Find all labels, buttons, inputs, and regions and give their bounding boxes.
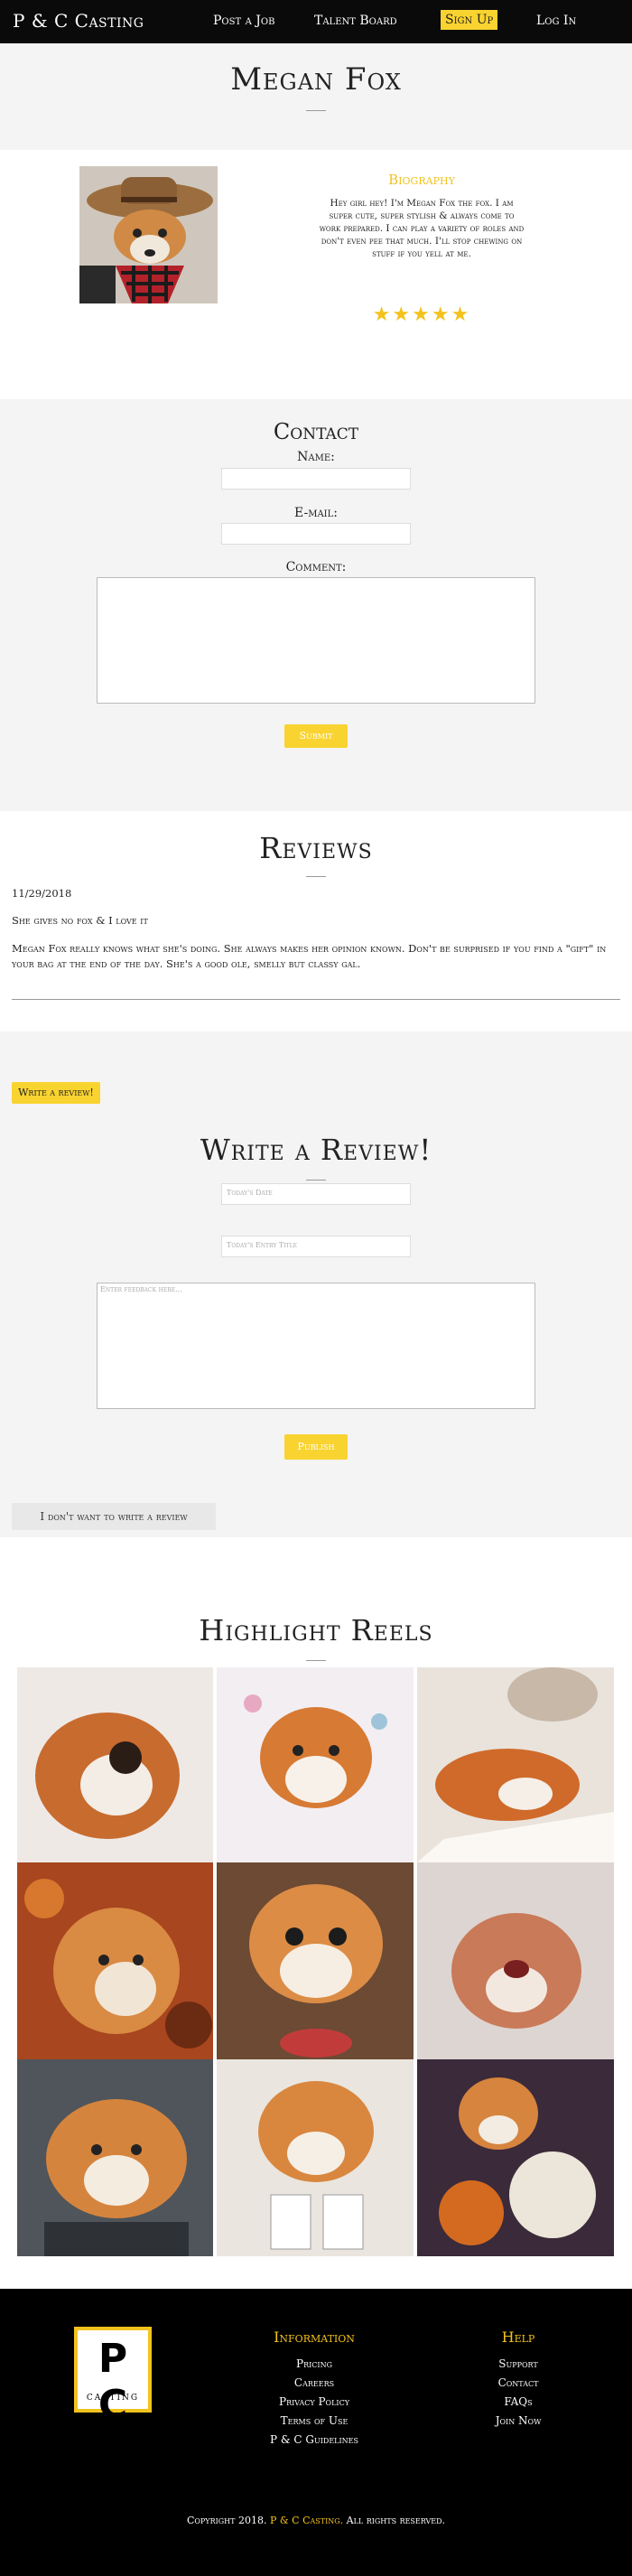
publish-button[interactable]: Publish bbox=[284, 1434, 348, 1460]
write-review-title: Write a Review! bbox=[200, 1133, 432, 1167]
copyright-brand: P & C Casting. bbox=[269, 2515, 344, 2526]
profile-photo bbox=[79, 166, 218, 303]
top-navbar: P & C Casting Post a Job Talent Board Si… bbox=[0, 0, 632, 43]
nav-talent-board[interactable]: Talent Board bbox=[314, 14, 397, 28]
logo-subtext: CASTING bbox=[86, 2394, 140, 2403]
copyright-text: Copyright 2018. P & C Casting. All right… bbox=[0, 2515, 632, 2526]
footer-link-privacy-policy[interactable]: Privacy Policy bbox=[262, 2395, 367, 2408]
comment-textarea[interactable] bbox=[97, 577, 535, 704]
footer-link-careers[interactable]: Careers bbox=[262, 2376, 367, 2389]
highlight-photo-2[interactable] bbox=[217, 1667, 414, 1862]
footer-link-faqs[interactable]: FAQs bbox=[480, 2395, 556, 2408]
review-separator bbox=[12, 999, 620, 1000]
divider bbox=[306, 1180, 326, 1181]
review-body: Megan Fox really knows what she's doing.… bbox=[12, 942, 607, 970]
highlight-reels-title: Highlight Reels bbox=[199, 1613, 433, 1647]
page-title: Megan Fox bbox=[230, 61, 402, 98]
copyright-suffix: All rights reserved. bbox=[346, 2515, 446, 2526]
footer-link-pricing[interactable]: Pricing bbox=[262, 2357, 367, 2370]
profile-header: Megan Fox bbox=[0, 43, 632, 150]
review-title-input[interactable]: Today's Entry Title bbox=[221, 1236, 411, 1257]
highlight-photo-6[interactable] bbox=[417, 1862, 614, 2059]
write-review-section: Write a review! Write a Review! Today's … bbox=[0, 1031, 632, 1537]
footer: P C CASTING Information Pricing Careers … bbox=[0, 2289, 632, 2576]
footer-link-join-now[interactable]: Join Now bbox=[480, 2414, 556, 2427]
comment-label: Comment: bbox=[285, 560, 347, 574]
reviews-title: Reviews bbox=[259, 831, 373, 865]
footer-link-terms-of-use[interactable]: Terms of Use bbox=[262, 2414, 367, 2427]
email-label: E-mail: bbox=[294, 506, 338, 520]
divider bbox=[306, 876, 326, 877]
name-label: Name: bbox=[297, 450, 335, 464]
nav-post-a-job[interactable]: Post a Job bbox=[213, 14, 274, 28]
brand-logo-text[interactable]: P & C Casting bbox=[13, 10, 144, 32]
reviews-section: Reviews 11/29/2018 She gives no fox & I … bbox=[0, 811, 632, 1031]
nav-log-in[interactable]: Log In bbox=[536, 14, 576, 28]
footer-help-title: Help bbox=[501, 2329, 535, 2346]
highlight-photo-3[interactable] bbox=[417, 1667, 614, 1862]
review-date: 11/29/2018 bbox=[12, 887, 72, 900]
highlight-photo-5[interactable] bbox=[217, 1862, 414, 2059]
copyright-prefix: Copyright 2018. bbox=[186, 2515, 267, 2526]
contact-section: Contact Name: E-mail: Comment: Submit bbox=[0, 399, 632, 811]
logo-letters: P C bbox=[98, 2336, 128, 2428]
divider bbox=[306, 1660, 326, 1661]
submit-button[interactable]: Submit bbox=[284, 724, 348, 748]
footer-logo[interactable]: P C CASTING bbox=[74, 2327, 152, 2428]
highlight-photo-8[interactable] bbox=[217, 2059, 414, 2256]
contact-title: Contact bbox=[273, 419, 359, 444]
footer-link-support[interactable]: Support bbox=[480, 2357, 556, 2370]
email-input[interactable] bbox=[221, 523, 411, 545]
review-date-input[interactable]: Today's Date bbox=[221, 1183, 411, 1205]
highlight-reels-section: Highlight Reels bbox=[0, 1537, 632, 2289]
write-review-toggle-button[interactable]: Write a review! bbox=[12, 1082, 100, 1104]
highlight-photo-4[interactable] bbox=[17, 1862, 213, 2059]
footer-information-title: Information bbox=[274, 2329, 355, 2346]
footer-link-contact[interactable]: Contact bbox=[480, 2376, 556, 2389]
cancel-review-button[interactable]: I don't want to write a review bbox=[12, 1503, 216, 1530]
star-rating: ★★★★★ bbox=[372, 303, 471, 326]
footer-link-guidelines[interactable]: P & C Guidelines bbox=[262, 2433, 367, 2446]
highlight-photo-1[interactable] bbox=[17, 1667, 213, 1862]
review-title: She gives no fox & I love it bbox=[12, 914, 148, 927]
divider bbox=[306, 110, 326, 111]
biography-title: Biography bbox=[388, 172, 455, 188]
biography-text: Hey girl hey! I'm Megan Fox the fox. I a… bbox=[319, 198, 525, 259]
profile-section: Biography Hey girl hey! I'm Megan Fox th… bbox=[0, 150, 632, 399]
nav-sign-up-button[interactable]: Sign Up bbox=[441, 10, 498, 30]
name-input[interactable] bbox=[221, 468, 411, 490]
highlight-photo-9[interactable] bbox=[417, 2059, 614, 2256]
review-body-textarea[interactable]: Enter feedback here... bbox=[97, 1283, 535, 1409]
highlight-photo-7[interactable] bbox=[17, 2059, 213, 2256]
